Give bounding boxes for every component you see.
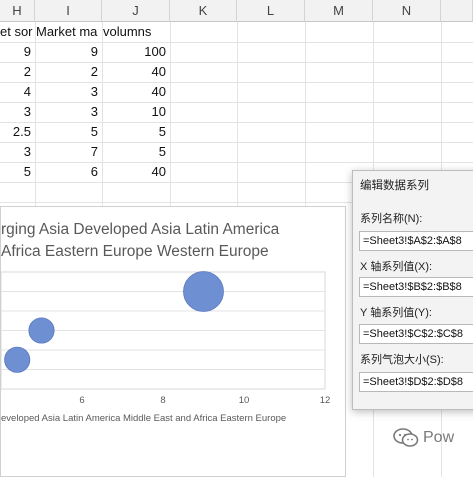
cell-i-row4[interactable]: 3 — [35, 102, 98, 122]
wechat-logo-icon — [393, 428, 419, 447]
cell-i-row5[interactable]: 5 — [35, 122, 98, 142]
column-header-k[interactable]: K — [170, 0, 237, 22]
dialog-title[interactable]: 编辑数据系列 — [360, 177, 429, 193]
column-header-m[interactable]: M — [305, 0, 373, 22]
cell-j-row7[interactable]: 40 — [102, 162, 166, 182]
x-tick-label: 12 — [320, 395, 331, 406]
bubble-size-field[interactable]: =Sheet3!$D$2:$D$8 — [359, 372, 473, 392]
cell-j-row1[interactable]: 100 — [102, 42, 166, 62]
bubble-point[interactable] — [28, 317, 55, 344]
bubble-chart[interactable]: rging Asia Developed Asia Latin America … — [0, 206, 346, 477]
y-values-field[interactable]: =Sheet3!$C$2:$C$8 — [359, 324, 473, 344]
cell-h-row2[interactable]: 2 — [0, 62, 31, 82]
column-header-n[interactable]: N — [373, 0, 441, 22]
cell-h-header[interactable]: et sor — [0, 22, 35, 42]
chart-legend[interactable]: eveloped Asia Latin America Middle East … — [1, 413, 286, 424]
cell-i-row7[interactable]: 6 — [35, 162, 98, 182]
cell-h-row1[interactable]: 9 — [0, 42, 31, 62]
watermark-text: Pow — [423, 429, 455, 447]
bubble-size-label: 系列气泡大小(S): — [360, 354, 444, 366]
cell-j-row2[interactable]: 40 — [102, 62, 166, 82]
x-tick-label: 10 — [239, 395, 250, 406]
column-header-i[interactable]: I — [35, 0, 102, 22]
bubble-point[interactable] — [183, 271, 224, 312]
column-header-j[interactable]: J — [102, 0, 170, 22]
cell-j-row6[interactable]: 5 — [102, 142, 166, 162]
cell-j-row3[interactable]: 40 — [102, 82, 166, 102]
cell-i-row3[interactable]: 3 — [35, 82, 98, 102]
bubble-point[interactable] — [4, 346, 31, 373]
cell-j-header[interactable]: volumns — [103, 22, 169, 42]
cell-i-row6[interactable]: 7 — [35, 142, 98, 162]
cell-h-row6[interactable]: 3 — [0, 142, 31, 162]
column-header-l[interactable]: L — [237, 0, 305, 22]
cell-i-header[interactable]: Market ma — [36, 22, 102, 42]
edit-series-dialog[interactable]: 编辑数据系列 系列名称(N): =Sheet3!$A$2:$A$8 X 轴系列值… — [352, 170, 473, 410]
series-name-label: 系列名称(N): — [360, 213, 423, 225]
x-tick-label: 8 — [160, 395, 165, 406]
x-tick-label: 6 — [79, 395, 84, 406]
watermark: Pow — [393, 428, 454, 448]
x-values-label: X 轴系列值(X): — [360, 261, 433, 273]
cell-h-row5[interactable]: 2.5 — [0, 122, 31, 142]
cell-j-row5[interactable]: 5 — [102, 122, 166, 142]
cell-i-row1[interactable]: 9 — [35, 42, 98, 62]
plot-area[interactable]: 6 8 10 12 — [1, 207, 347, 478]
cell-j-row4[interactable]: 10 — [102, 102, 166, 122]
cell-i-row2[interactable]: 2 — [35, 62, 98, 82]
column-header-h[interactable]: H — [0, 0, 35, 22]
cell-h-row3[interactable]: 4 — [0, 82, 31, 102]
series-name-field[interactable]: =Sheet3!$A$2:$A$8 — [359, 231, 473, 251]
x-values-field[interactable]: =Sheet3!$B$2:$B$8 — [359, 277, 473, 297]
cell-h-row7[interactable]: 5 — [0, 162, 31, 182]
column-header-next[interactable] — [441, 0, 473, 22]
y-values-label: Y 轴系列值(Y): — [360, 307, 432, 319]
cell-h-row4[interactable]: 3 — [0, 102, 31, 122]
